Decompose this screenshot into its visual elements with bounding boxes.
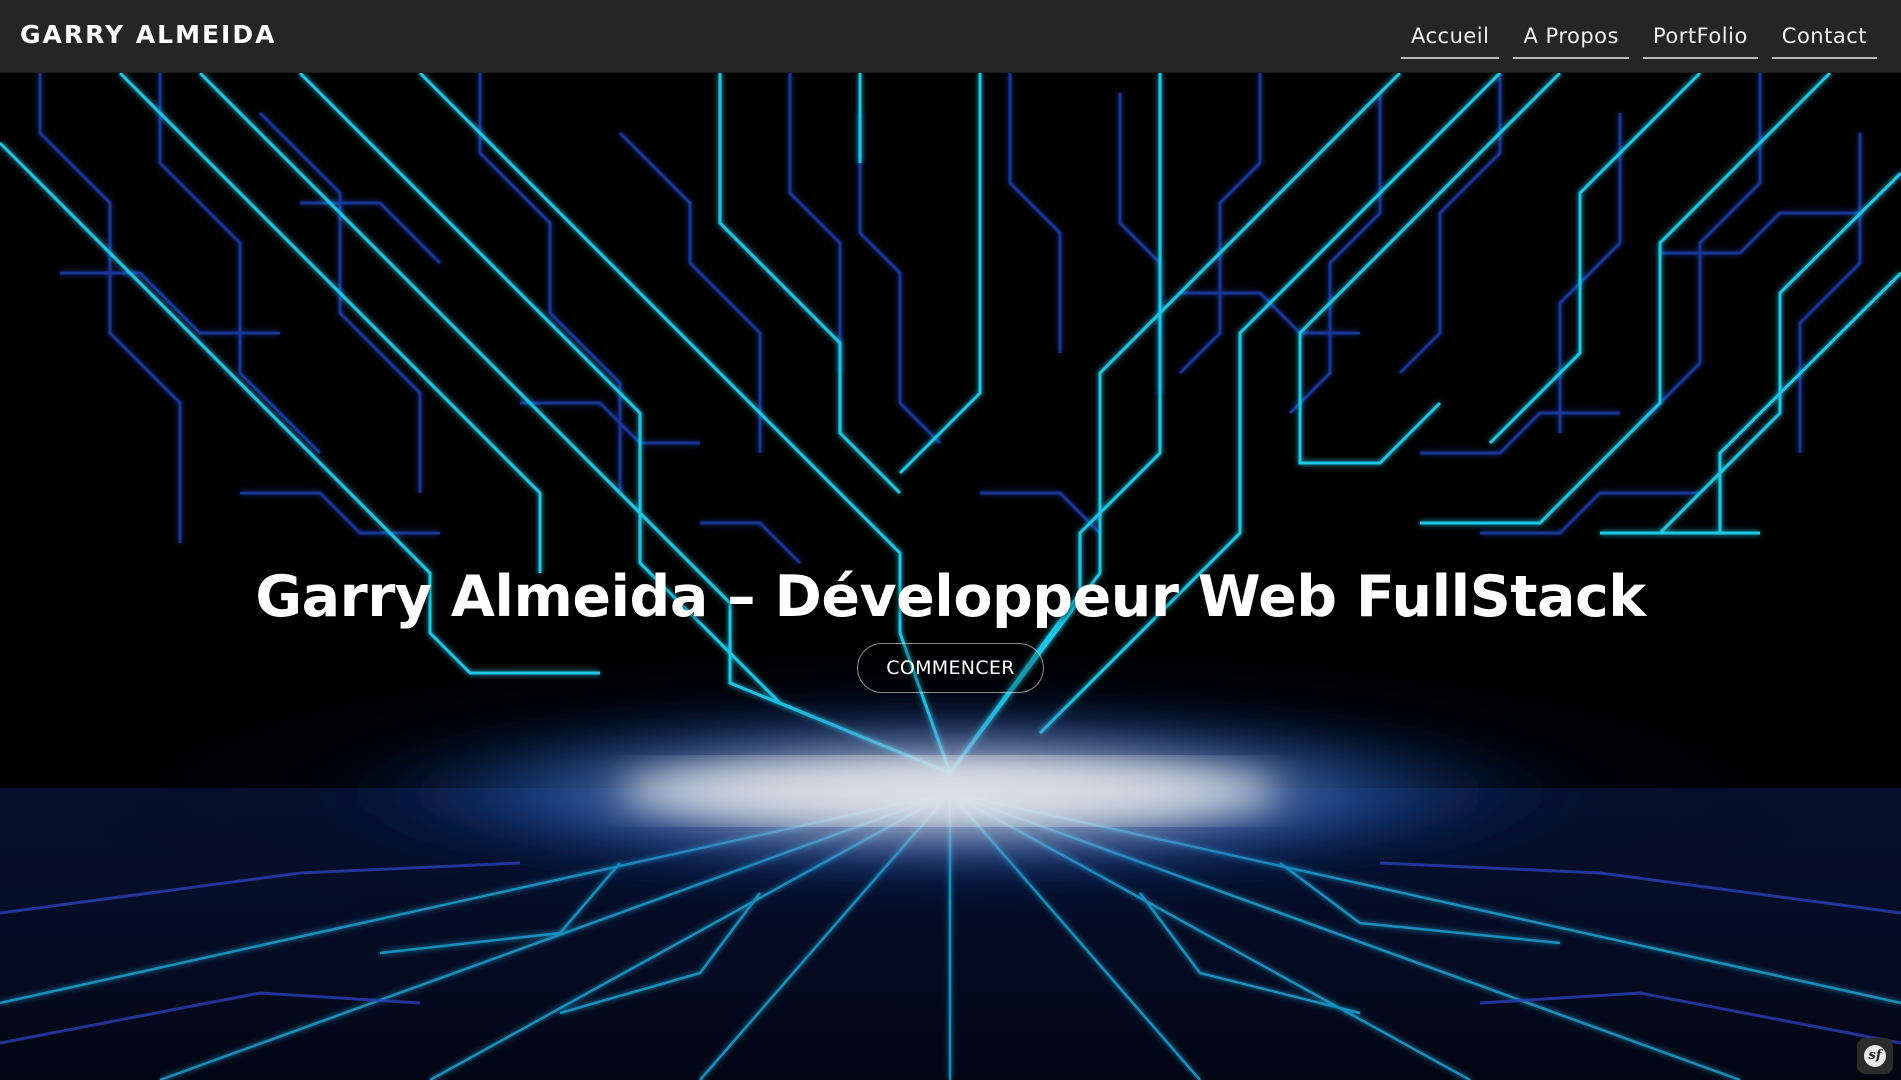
nav-link-contact[interactable]: Contact: [1771, 16, 1877, 59]
nav-link-accueil[interactable]: Accueil: [1400, 16, 1500, 59]
hero-content: Garry Almeida – Développeur Web FullStac…: [0, 563, 1901, 694]
page: GARRY ALMEIDA Accueil A Propos PortFolio…: [0, 0, 1901, 1080]
symfony-logo-icon: sf: [1864, 1045, 1886, 1067]
commencer-button[interactable]: COMMENCER: [857, 643, 1044, 694]
hero-title: Garry Almeida – Développeur Web FullStac…: [255, 564, 1646, 630]
navbar: GARRY ALMEIDA Accueil A Propos PortFolio…: [0, 0, 1901, 73]
nav-menu: Accueil A Propos PortFolio Contact: [1400, 16, 1877, 59]
hero-section: Garry Almeida – Développeur Web FullStac…: [0, 73, 1901, 1080]
nav-link-portfolio[interactable]: PortFolio: [1642, 16, 1758, 59]
symfony-debug-toolbar-toggle[interactable]: sf: [1857, 1038, 1893, 1074]
nav-link-a-propos[interactable]: A Propos: [1513, 16, 1629, 59]
brand-logo[interactable]: GARRY ALMEIDA: [20, 20, 276, 49]
